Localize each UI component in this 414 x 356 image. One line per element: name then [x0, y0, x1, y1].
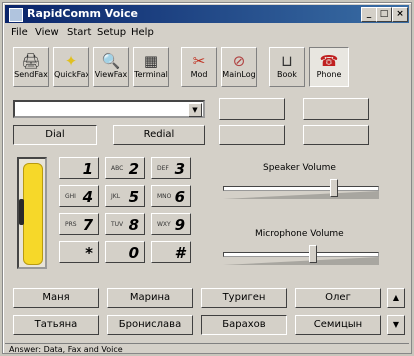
phone-number-combo[interactable]: ▼ [13, 100, 205, 118]
main-log-icon: ⊘ [232, 52, 246, 70]
top-right-button-1 [219, 98, 285, 120]
book-icon: ⊔ [281, 52, 293, 70]
key-4[interactable]: GHI 4 [59, 185, 99, 207]
app-icon [9, 8, 23, 22]
tool-send-fax[interactable]: 🖨 SendFax [13, 47, 49, 87]
close-button[interactable]: × [392, 7, 408, 22]
mod-icon: ✂ [192, 52, 206, 70]
scroll-down-button[interactable]: ▼ [387, 315, 405, 335]
key-6[interactable]: MNO 6 [151, 185, 191, 207]
key-star[interactable]: * [59, 241, 99, 263]
tool-quick-fax[interactable]: ✦ QuickFax [53, 47, 89, 87]
speaker-volume-thumb[interactable] [330, 179, 338, 197]
terminal-icon: ▦ [143, 52, 159, 70]
status-text: Answer: Data, Fax and Voice [9, 345, 123, 354]
view-fax-icon: 🔍 [101, 52, 121, 70]
speaker-volume-label: Speaker Volume [263, 163, 336, 173]
speed-dial-5[interactable]: Татьяна [13, 315, 99, 335]
send-fax-icon: 🖨 [21, 52, 41, 70]
key-9[interactable]: WXY 9 [151, 213, 191, 235]
top-right-button-2 [303, 98, 369, 120]
mid-right-button-2 [303, 125, 369, 145]
menu-bar: File View Start Setup Help [5, 25, 409, 41]
key-2[interactable]: ABC 2 [105, 157, 145, 179]
microphone-volume-label: Microphone Volume [255, 229, 344, 239]
chevron-down-icon[interactable]: ▼ [188, 103, 202, 117]
menu-view[interactable]: View [35, 27, 59, 38]
arrow-up-icon: ▲ [392, 293, 400, 302]
menu-file[interactable]: File [11, 27, 28, 38]
arrow-down-icon: ▼ [392, 320, 400, 329]
menu-setup[interactable]: Setup [97, 27, 126, 38]
scroll-up-button[interactable]: ▲ [387, 288, 405, 308]
app-window: RapidComm Voice _ □ × File View Start Se… [2, 2, 412, 354]
key-8[interactable]: TUV 8 [105, 213, 145, 235]
tool-main-log[interactable]: ⊘ MainLog [221, 47, 257, 87]
menu-start[interactable]: Start [67, 27, 91, 38]
microphone-volume-ramp [223, 257, 379, 265]
minimize-button[interactable]: _ [361, 7, 377, 22]
phone-icon: ☎ [319, 52, 339, 70]
toolbar: 🖨 SendFax ✦ QuickFax 🔍 ViewFax ▦ Terminal ✂ M… [5, 43, 409, 89]
speed-dial-1[interactable]: Маня [13, 288, 99, 308]
speed-dial-4[interactable]: Олег [295, 288, 381, 308]
handset[interactable] [17, 157, 47, 269]
speed-dial-3[interactable]: Туриген [201, 288, 287, 308]
handset-cord [19, 199, 24, 225]
redial-button[interactable]: Redial [113, 125, 205, 145]
key-7[interactable]: PRS 7 [59, 213, 99, 235]
title-bar: RapidComm Voice _ □ × [5, 5, 409, 23]
speed-dial-8[interactable]: Семицын [295, 315, 381, 335]
microphone-volume-thumb[interactable] [309, 245, 317, 263]
tool-view-fax[interactable]: 🔍 ViewFax [93, 47, 129, 87]
maximize-button[interactable]: □ [376, 7, 392, 22]
key-0[interactable]: 0 [105, 241, 145, 263]
key-1[interactable]: 1 [59, 157, 99, 179]
key-5[interactable]: JKL 5 [105, 185, 145, 207]
window-title: RapidComm Voice [27, 7, 139, 20]
quick-fax-icon: ✦ [64, 52, 78, 70]
menu-help[interactable]: Help [131, 27, 154, 38]
speaker-volume-slider[interactable] [223, 179, 379, 201]
handset-icon [23, 163, 43, 265]
tool-mod[interactable]: ✂ Mod [181, 47, 217, 87]
dial-button[interactable]: Dial [13, 125, 97, 145]
speed-dial-7[interactable]: Барахов [201, 315, 287, 335]
speed-dial-6[interactable]: Бронислава [107, 315, 193, 335]
mid-right-button-1 [219, 125, 285, 145]
tool-phone[interactable]: ☎ Phone [309, 47, 349, 87]
microphone-volume-slider[interactable] [223, 245, 379, 267]
key-3[interactable]: DEF 3 [151, 157, 191, 179]
speed-dial-2[interactable]: Марина [107, 288, 193, 308]
tool-terminal[interactable]: ▦ Terminal [133, 47, 169, 87]
tool-book[interactable]: ⊔ Book [269, 47, 305, 87]
speaker-volume-ramp [223, 191, 379, 199]
key-hash[interactable]: # [151, 241, 191, 263]
status-bar: Answer: Data, Fax and Voice [5, 343, 409, 356]
